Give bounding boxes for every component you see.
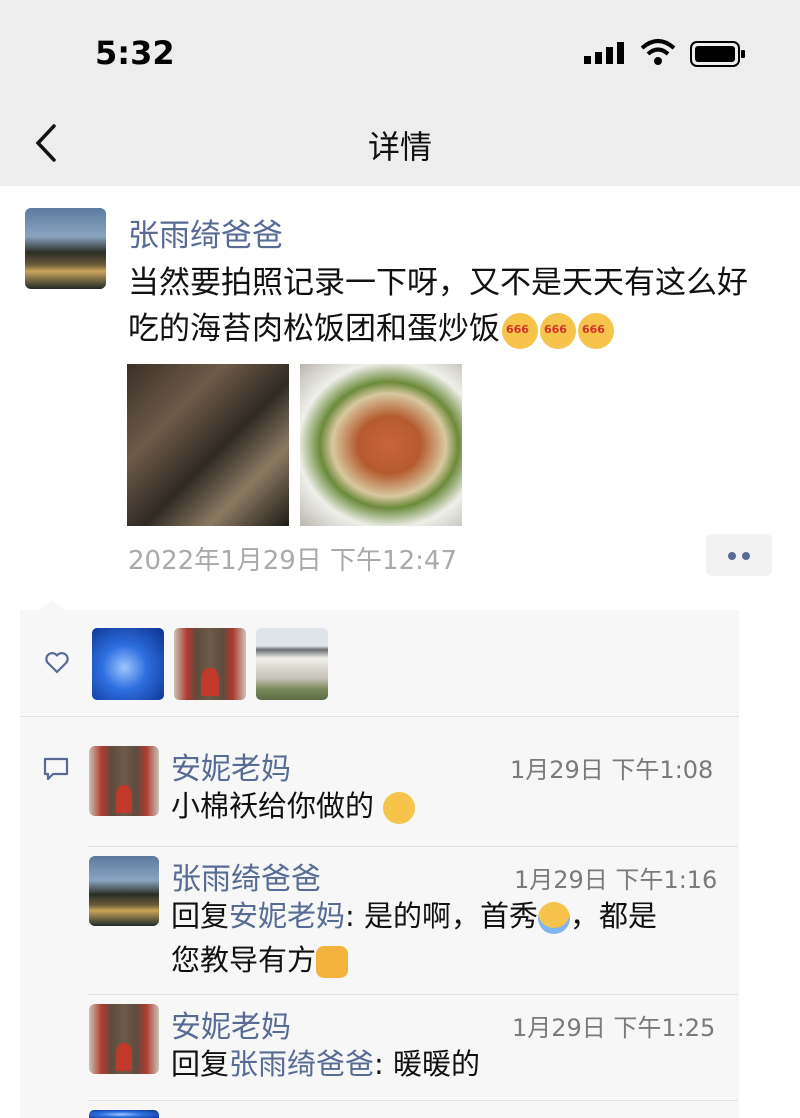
grin-emoji-icon [383, 792, 416, 824]
emoji-666-icon [502, 307, 538, 353]
reply-colon: : [374, 1047, 384, 1081]
battery-icon [690, 41, 745, 67]
reply-to-link[interactable]: 安妮老妈 [229, 899, 345, 933]
nav-bar: 详情 [0, 100, 800, 186]
comment-text-content: 小棉袄给你做的 [171, 789, 375, 823]
poster-avatar[interactable] [25, 208, 106, 289]
post-photo-fried-rice[interactable] [300, 364, 462, 526]
comment-time: 1月29日 下午1:08 [510, 756, 714, 784]
comment-avatar[interactable] [89, 1004, 159, 1074]
status-time: 5:32 [95, 34, 175, 72]
post-text: 当然要拍照记录一下呀，又不是天天有这么好吃的海苔肉松饭团和蛋炒饭 [128, 260, 778, 353]
signal-icon [584, 42, 624, 64]
thumbs-up-icon [316, 946, 349, 978]
comment-text-part: 您教导有方 [171, 943, 317, 977]
emoji-666-icon [578, 307, 614, 353]
poster-name[interactable]: 张雨绮爸爸 [128, 210, 283, 255]
comment-time: 1月29日 下午1:25 [512, 1014, 716, 1042]
comment-divider [88, 1100, 738, 1101]
comment-text-part: ，都是 [570, 899, 658, 933]
status-bar: 5:32 [0, 0, 800, 100]
comment-text: 回复张雨绮爸爸: 暖暖的 [171, 1042, 711, 1086]
like-avatar-dolphin[interactable] [92, 628, 164, 700]
emoji-666-group [500, 306, 614, 353]
post-text-content: 当然要拍照记录一下呀，又不是天天有这么好吃的海苔肉松饭团和蛋炒饭 [128, 265, 748, 347]
wifi-icon [640, 39, 676, 65]
like-avatar-family[interactable] [174, 628, 246, 700]
comment-avatar[interactable] [89, 746, 159, 816]
post-photo-dessert[interactable] [127, 364, 289, 526]
comment-text-content: 暖暖的 [383, 1047, 481, 1081]
likes-divider [20, 716, 739, 717]
comment-avatar-partial[interactable] [89, 1110, 159, 1118]
comment-time: 1月29日 下午1:16 [514, 866, 718, 894]
reply-colon: : [345, 899, 355, 933]
reply-prefix: 回复 [171, 1047, 230, 1081]
heart-icon [45, 652, 69, 674]
post-timestamp: 2022年1月29日 下午12:47 [128, 546, 457, 576]
comment-author[interactable]: 安妮老妈 [171, 744, 291, 788]
comment-icon [43, 757, 69, 781]
more-actions-button[interactable] [706, 534, 772, 576]
comment-text: 回复安妮老妈: 是的啊，首秀 ，都是您教导有方 [171, 894, 711, 982]
emoji-666-icon [540, 307, 576, 353]
reply-to-link[interactable]: 张雨绮爸爸 [229, 1047, 374, 1081]
crying-emoji-icon [538, 902, 571, 934]
comment-avatar[interactable] [89, 856, 159, 926]
comment-divider [88, 994, 738, 995]
comment-author[interactable]: 安妮老妈 [171, 1002, 291, 1046]
panel-pointer [40, 600, 64, 610]
comment-divider [88, 846, 738, 847]
comment-author[interactable]: 张雨绮爸爸 [171, 854, 321, 898]
comment-text: 小棉袄给你做的 [171, 784, 711, 828]
like-avatar-house[interactable] [256, 628, 328, 700]
page-title: 详情 [367, 128, 432, 166]
reply-prefix: 回复 [171, 899, 230, 933]
comment-text-part: 是的啊，首秀 [364, 899, 539, 933]
